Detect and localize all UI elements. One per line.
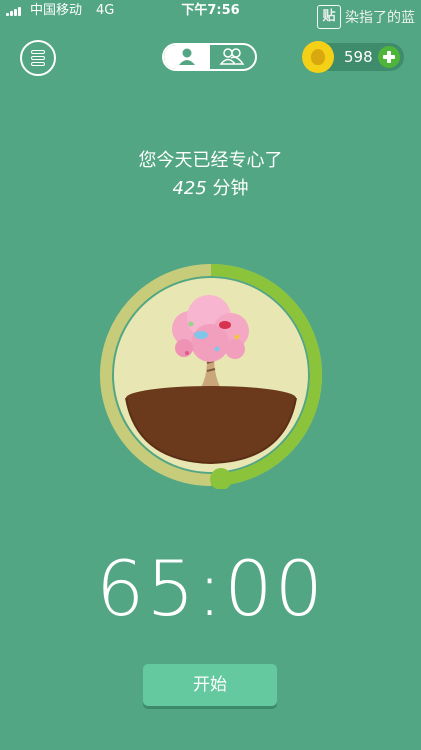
menu-button[interactable] — [20, 40, 56, 76]
timer-separator: : — [196, 544, 225, 633]
focus-summary-minutes: 425 分钟 — [0, 174, 421, 200]
timer-display: 65:00 — [0, 544, 421, 633]
ring-drag-handle — [210, 468, 232, 489]
watermark-text: 染指了的蓝 — [345, 10, 415, 26]
coin-count: 598 — [344, 48, 373, 66]
watermark: 贴 染指了的蓝 — [317, 4, 415, 30]
timer-minutes: 65 — [95, 544, 197, 633]
group-mode-tab[interactable] — [209, 45, 255, 69]
focus-minutes-value: 425 — [172, 178, 207, 199]
start-button[interactable]: 开始 — [143, 664, 277, 706]
soil-bowl — [126, 398, 296, 463]
person-icon — [179, 48, 195, 65]
coin-balance: 598 — [302, 41, 404, 73]
mode-toggle — [162, 43, 257, 71]
focus-summary-label: 您今天已经专心了 — [138, 150, 283, 171]
add-coins-button[interactable] — [378, 46, 400, 68]
people-icon — [219, 48, 245, 65]
timer-seconds: 00 — [224, 544, 326, 633]
single-mode-tab[interactable] — [164, 45, 210, 69]
timer-ring — [100, 264, 322, 489]
menu-icon — [31, 50, 45, 54]
watermark-logo: 贴 — [317, 5, 341, 29]
focus-minutes-unit: 分钟 — [206, 178, 249, 199]
coin-seed-icon — [302, 41, 334, 73]
